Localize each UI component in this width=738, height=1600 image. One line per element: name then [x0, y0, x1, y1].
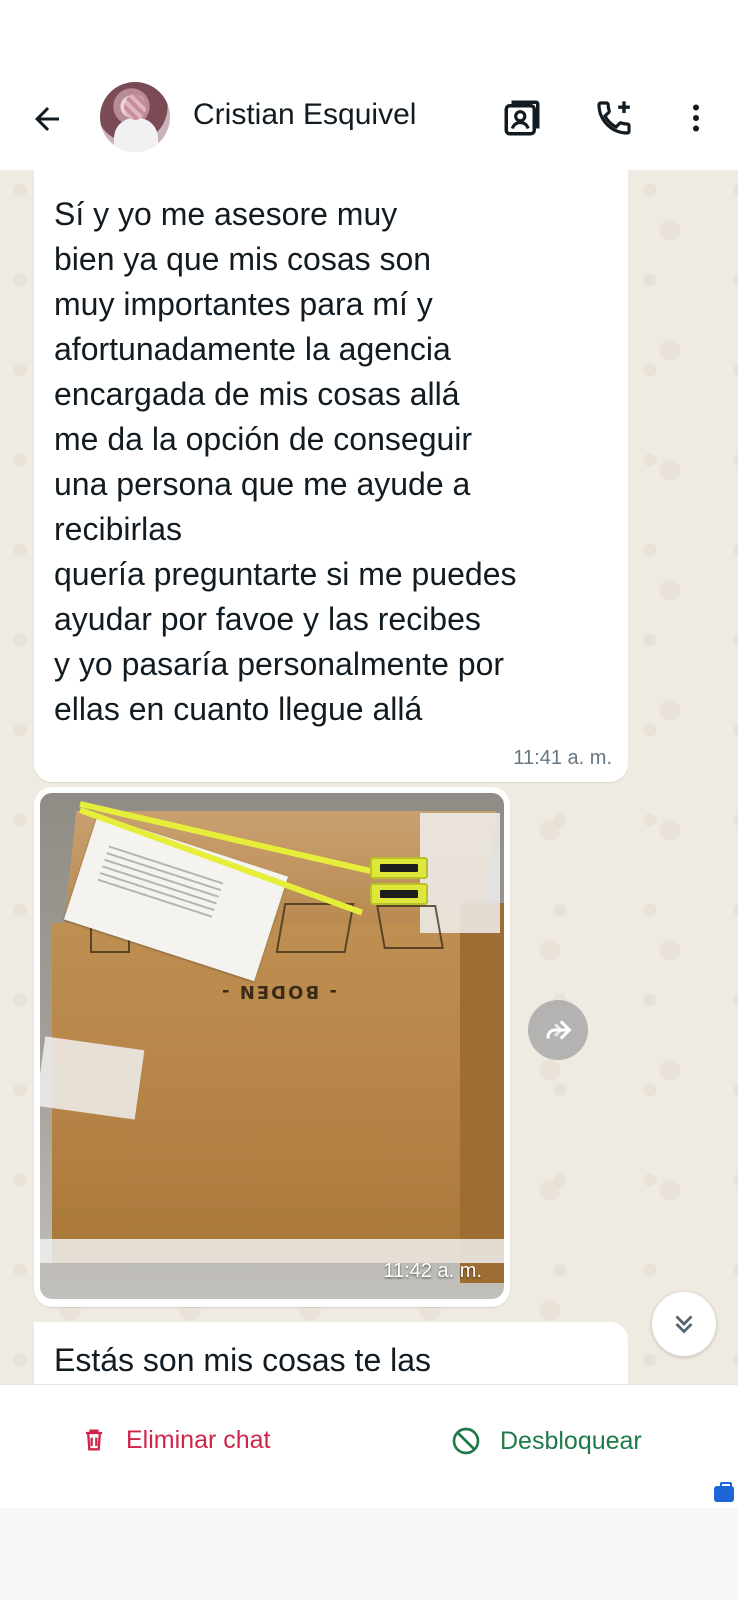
- security-seal-tag: [370, 883, 428, 905]
- chat-area[interactable]: Sí y yo me asesore muy bien ya que mis c…: [0, 170, 738, 1384]
- box-side: [460, 903, 504, 1283]
- incoming-message[interactable]: Estás son mis cosas te las: [34, 1322, 628, 1384]
- box-print-outline: [275, 903, 355, 953]
- add-call-button[interactable]: [590, 94, 638, 142]
- work-profile-briefcase-icon: [714, 1482, 734, 1502]
- photo-cardboard-box[interactable]: - BODEN - 11:42 a. m.: [40, 793, 504, 1299]
- delete-chat-label: Eliminar chat: [126, 1425, 271, 1454]
- avatar[interactable]: [100, 82, 170, 152]
- box-print-outline: [376, 905, 444, 949]
- arrow-left-icon: [35, 107, 59, 131]
- scroll-to-bottom-button[interactable]: [652, 1292, 716, 1356]
- avatar-face-blurred: [124, 94, 146, 120]
- chat-header: Cristian Esquivel: [0, 78, 738, 170]
- more-vertical-icon: [693, 104, 699, 132]
- message-text: Sí y yo me asesore muy bien ya que mis c…: [54, 196, 517, 727]
- unblock-button[interactable]: Desbloquear: [450, 1425, 642, 1457]
- menu-button[interactable]: [672, 94, 720, 142]
- message-time: 11:41 a. m.: [513, 747, 612, 769]
- contact-card-button[interactable]: [498, 94, 546, 142]
- tape-strip: [40, 1036, 145, 1120]
- incoming-message[interactable]: Sí y yo me asesore muy bien ya que mis c…: [34, 170, 628, 782]
- forward-icon: [546, 1020, 572, 1040]
- forward-button[interactable]: [528, 1000, 588, 1060]
- system-navigation-area: [0, 1508, 738, 1600]
- blocked-contact-bar: Eliminar chat Desbloquear: [0, 1384, 738, 1508]
- contact-name[interactable]: Cristian Esquivel: [193, 98, 416, 132]
- box-brand-label: - BODEN -: [220, 981, 337, 1002]
- unblock-label: Desbloquear: [500, 1426, 642, 1455]
- trash-icon: [85, 1429, 103, 1451]
- message-text: Estás son mis cosas te las: [54, 1342, 432, 1378]
- security-seal-tag: [370, 857, 428, 879]
- back-button[interactable]: [26, 98, 68, 140]
- status-bar-area: [0, 0, 738, 78]
- avatar-shirt: [114, 118, 158, 152]
- phone-plus-icon: [597, 101, 631, 135]
- chevron-double-down-icon: [675, 1315, 693, 1334]
- delete-chat-button[interactable]: Eliminar chat: [80, 1425, 271, 1455]
- contact-card-icon: [504, 100, 540, 136]
- incoming-image-message[interactable]: - BODEN - 11:42 a. m.: [34, 787, 510, 1307]
- block-icon: [452, 1427, 480, 1455]
- message-time: 11:42 a. m.: [383, 1260, 482, 1282]
